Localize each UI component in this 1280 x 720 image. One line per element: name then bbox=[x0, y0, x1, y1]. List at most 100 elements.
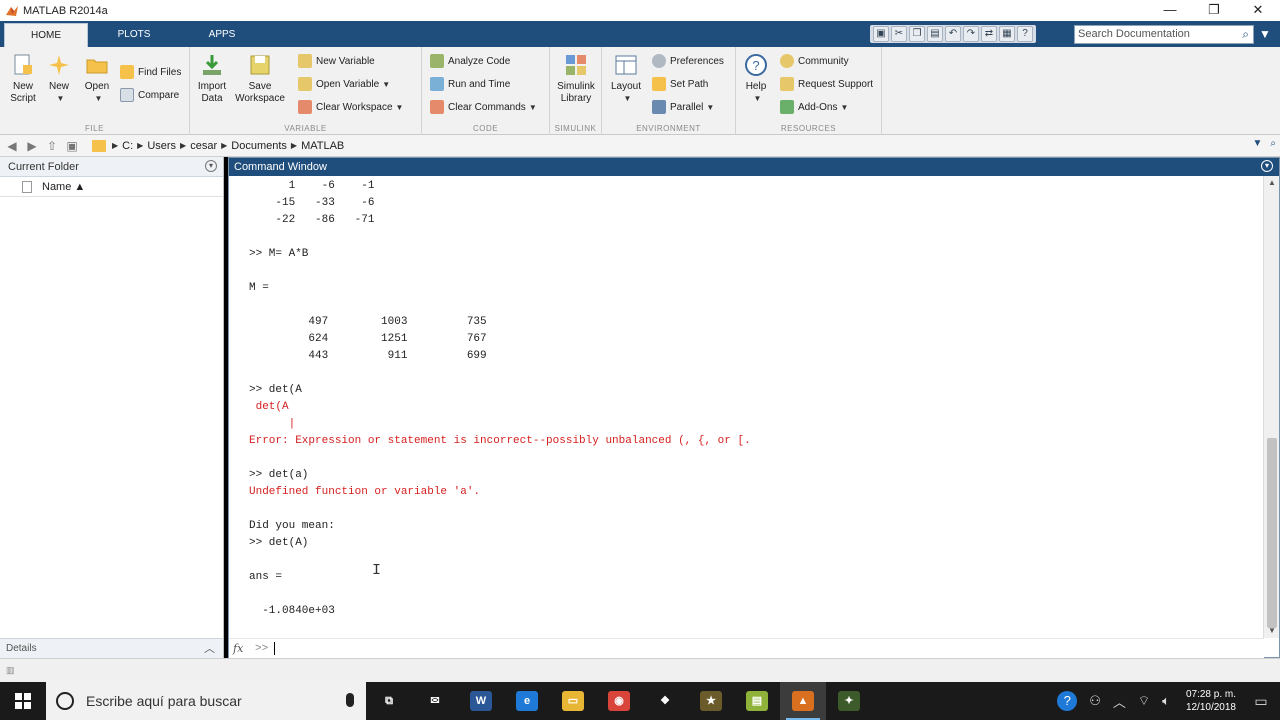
breadcrumb-documents[interactable]: Documents bbox=[231, 140, 287, 152]
file-type-icon bbox=[22, 180, 32, 193]
clock[interactable]: 07:28 p. m. 12/10/2018 bbox=[1186, 688, 1236, 714]
details-label: Details bbox=[6, 643, 37, 654]
import-data-button[interactable]: Import Data bbox=[194, 53, 230, 105]
panel-actions-icon[interactable]: ▾ bbox=[1261, 160, 1273, 172]
tab-plots[interactable]: PLOTS bbox=[92, 23, 176, 47]
command-output-line bbox=[249, 552, 1249, 569]
up-folder-icon[interactable]: ⇧ bbox=[44, 138, 60, 154]
taskbar-app-star-app[interactable]: ★ bbox=[688, 682, 734, 720]
cut-icon[interactable]: ✂ bbox=[891, 26, 907, 42]
new-script-label: New Script bbox=[10, 81, 36, 104]
panel-actions-icon[interactable]: ▾ bbox=[205, 160, 217, 172]
address-dropdown-icon[interactable]: ▼ bbox=[1252, 138, 1262, 149]
parallel-button[interactable]: Parallel ▼ bbox=[652, 98, 714, 116]
scroll-down-arrow-icon[interactable]: ▼ bbox=[1264, 624, 1280, 638]
breadcrumb-matlab[interactable]: MATLAB bbox=[301, 140, 344, 152]
run-and-time-button[interactable]: Run and Time bbox=[430, 75, 510, 93]
function-browser-icon[interactable]: fx bbox=[233, 642, 251, 655]
start-button[interactable] bbox=[0, 682, 46, 720]
simulink-library-button[interactable]: Simulink Library bbox=[554, 53, 598, 105]
compare-button[interactable]: Compare bbox=[120, 86, 179, 104]
volume-icon[interactable]: 🔈︎ bbox=[1162, 693, 1170, 709]
help-tray-icon[interactable]: ? bbox=[1057, 691, 1078, 711]
set-path-button[interactable]: Set Path bbox=[652, 75, 708, 93]
restore-button[interactable]: ❐ bbox=[1192, 0, 1236, 21]
svg-text:?: ? bbox=[752, 58, 759, 73]
show-hidden-icons-chevron-icon[interactable]: ︿ bbox=[1113, 692, 1126, 711]
details-bar[interactable]: Details ︿ bbox=[0, 638, 223, 658]
people-icon[interactable]: ⚇ bbox=[1089, 693, 1101, 709]
taskbar-app-edge[interactable]: e bbox=[504, 682, 550, 720]
matlab-logo-icon bbox=[6, 5, 18, 16]
taskbar-app-word[interactable]: W bbox=[458, 682, 504, 720]
back-arrow-icon[interactable]: ◀ bbox=[4, 138, 20, 154]
clear-workspace-button[interactable]: Clear Workspace ▼ bbox=[298, 98, 403, 116]
notification-center-icon[interactable]: ▭ bbox=[1246, 693, 1276, 710]
command-prompt-line[interactable]: fx >> bbox=[229, 638, 1264, 658]
taskbar-app-notes-app[interactable]: ▤ bbox=[734, 682, 780, 720]
add-ons-button[interactable]: Add-Ons ▼ bbox=[780, 98, 848, 116]
current-folder-columns: Name ▲ bbox=[0, 177, 223, 197]
taskbar-app-matlab[interactable]: ▲ bbox=[780, 682, 826, 720]
scroll-up-arrow-icon[interactable]: ▲ bbox=[1264, 176, 1280, 190]
find-files-button[interactable]: Find Files bbox=[120, 63, 181, 81]
clear-commands-button[interactable]: Clear Commands ▼ bbox=[430, 98, 537, 116]
community-button[interactable]: Community bbox=[780, 52, 849, 70]
undo-icon[interactable]: ↶ bbox=[945, 26, 961, 42]
request-support-button[interactable]: Request Support bbox=[780, 75, 873, 93]
taskbar-app-mail[interactable]: ✉ bbox=[412, 682, 458, 720]
breadcrumb-cesar[interactable]: cesar bbox=[190, 140, 217, 152]
layout-icon[interactable]: ▦ bbox=[999, 26, 1015, 42]
search-documentation-input[interactable]: Search Documentation ⌕ bbox=[1074, 25, 1254, 44]
forward-arrow-icon[interactable]: ▶ bbox=[24, 138, 40, 154]
taskbar-app-dropbox[interactable]: ❖ bbox=[642, 682, 688, 720]
scrollbar-thumb[interactable] bbox=[1267, 438, 1277, 628]
new-label: New bbox=[48, 81, 69, 92]
taskbar-app-chrome[interactable]: ◉ bbox=[596, 682, 642, 720]
vertical-scrollbar[interactable]: ▲ ▼ bbox=[1263, 176, 1279, 638]
command-output-line: >> det(A bbox=[249, 384, 302, 396]
command-window[interactable]: Command Window ▾ 1 -6 -1 -15 -33 -6 -22 … bbox=[228, 157, 1280, 658]
save-icon[interactable]: ▣ bbox=[873, 26, 889, 42]
command-output-line bbox=[249, 450, 1249, 467]
request-support-label: Request Support bbox=[798, 78, 874, 90]
new-script-button[interactable]: New Script bbox=[6, 53, 40, 105]
command-output-line: Undefined function or variable 'a'. bbox=[249, 486, 481, 498]
chevron-up-icon[interactable]: ︿ bbox=[204, 639, 215, 659]
microphone-icon[interactable] bbox=[346, 693, 354, 707]
breadcrumb-users[interactable]: Users bbox=[147, 140, 176, 152]
copy-icon[interactable]: ❐ bbox=[909, 26, 925, 42]
open-variable-button[interactable]: Open Variable ▼ bbox=[298, 75, 390, 93]
preferences-button[interactable]: Preferences bbox=[652, 52, 724, 70]
taskbar-app-file-explorer[interactable]: ▭ bbox=[550, 682, 596, 720]
tab-home[interactable]: HOME bbox=[4, 23, 88, 47]
new-variable-button[interactable]: New Variable bbox=[298, 52, 375, 70]
paste-icon[interactable]: ▤ bbox=[927, 26, 943, 42]
breadcrumb-drive[interactable]: C: bbox=[122, 140, 133, 152]
analyze-code-button[interactable]: Analyze Code bbox=[430, 52, 510, 70]
network-icon[interactable]: ⌔ bbox=[1138, 693, 1150, 709]
column-name-header[interactable]: Name ▲ bbox=[42, 181, 85, 193]
redo-icon[interactable]: ↷ bbox=[963, 26, 979, 42]
tab-apps[interactable]: APPS bbox=[180, 23, 264, 47]
open-button[interactable]: Open ▼ bbox=[80, 53, 114, 105]
taskbar-app-other-app[interactable]: ✦ bbox=[826, 682, 872, 720]
layout-button[interactable]: Layout ▼ bbox=[606, 53, 646, 105]
breadcrumb-separator: ▶ bbox=[137, 141, 144, 150]
browse-folder-icon[interactable]: ▣ bbox=[64, 138, 80, 154]
filter-icon[interactable]: ▼ bbox=[1259, 26, 1275, 42]
help-icon[interactable]: ? bbox=[1017, 26, 1033, 42]
run-and-time-icon bbox=[430, 77, 444, 91]
search-icon[interactable]: ⌕ bbox=[1242, 26, 1249, 43]
taskbar-app-task-view[interactable]: ⧉ bbox=[366, 682, 412, 720]
task-view-icon: ⧉ bbox=[378, 691, 400, 711]
taskbar-search-input[interactable]: Escribe aquí para buscar bbox=[46, 682, 366, 720]
close-button[interactable]: ✕ bbox=[1236, 0, 1280, 21]
analyze-code-label: Analyze Code bbox=[448, 55, 511, 67]
save-workspace-button[interactable]: Save Workspace bbox=[234, 53, 286, 105]
address-search-icon[interactable]: ⌕ bbox=[1270, 138, 1276, 149]
help-button[interactable]: ? Help ▼ bbox=[740, 53, 772, 105]
switch-windows-icon[interactable]: ⇄ bbox=[981, 26, 997, 42]
minimize-button[interactable]: — bbox=[1148, 0, 1192, 21]
new-button[interactable]: New ▼ bbox=[42, 53, 76, 105]
